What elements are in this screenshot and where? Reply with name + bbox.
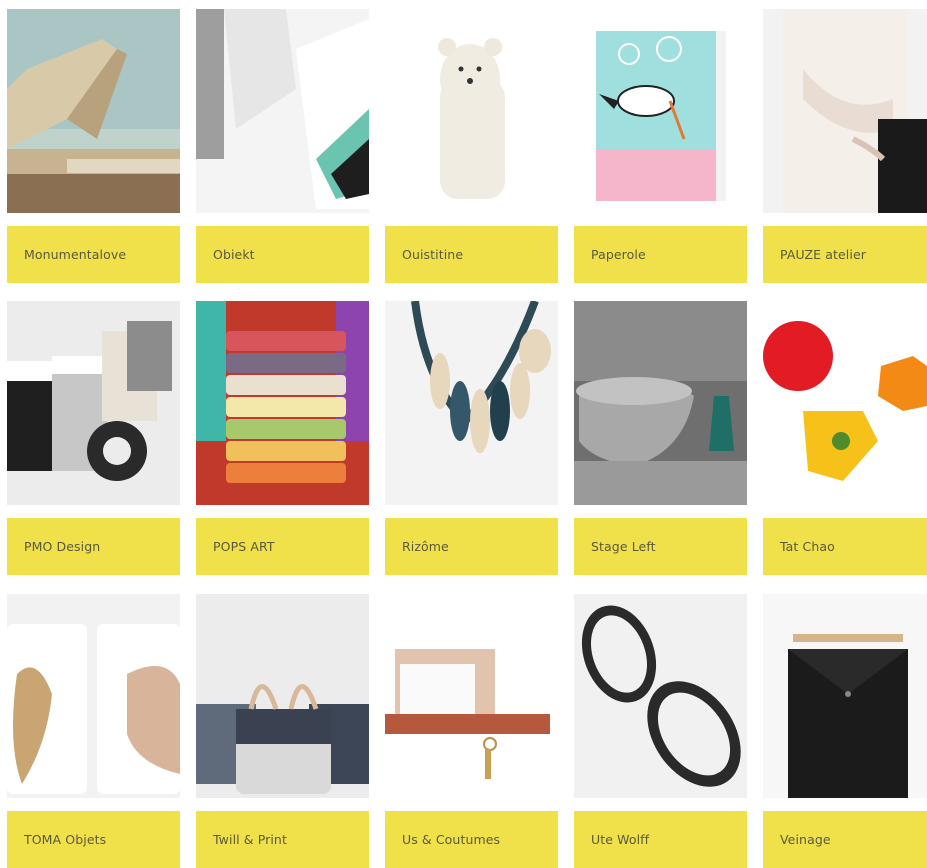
designer-image[interactable] — [7, 301, 180, 505]
designer-image[interactable] — [196, 594, 369, 798]
designer-label[interactable]: Ouistitine — [385, 226, 558, 283]
designer-label[interactable]: PAUZE atelier — [763, 226, 927, 283]
designer-image[interactable] — [7, 594, 180, 798]
designer-label[interactable]: Stage Left — [574, 518, 747, 575]
designer-label[interactable]: Monumentalove — [7, 226, 180, 283]
designer-label[interactable]: POPS ART — [196, 518, 369, 575]
designer-image[interactable] — [385, 594, 558, 798]
designer-image[interactable] — [574, 594, 747, 798]
designer-image[interactable] — [574, 9, 747, 213]
designer-image[interactable] — [763, 9, 927, 213]
designer-image[interactable] — [196, 301, 369, 505]
designer-image[interactable] — [385, 9, 558, 213]
designer-label[interactable]: Veinage — [763, 811, 927, 868]
designer-label[interactable]: Tat Chao — [763, 518, 927, 575]
designer-label[interactable]: Rizôme — [385, 518, 558, 575]
designer-image[interactable] — [763, 301, 927, 505]
designer-label[interactable]: Paperole — [574, 226, 747, 283]
designer-image[interactable] — [574, 301, 747, 505]
designer-label[interactable]: Ute Wolff — [574, 811, 747, 868]
designer-label[interactable]: Us & Coutumes — [385, 811, 558, 868]
designer-image[interactable] — [763, 594, 927, 798]
designer-label[interactable]: PMO Design — [7, 518, 180, 575]
designer-label[interactable]: Obiekt — [196, 226, 369, 283]
designer-image[interactable] — [7, 9, 180, 213]
designer-grid: Monumentalove Obiekt Ouistitine Paperole… — [0, 0, 927, 868]
designer-label[interactable]: TOMA Objets — [7, 811, 180, 868]
designer-image[interactable] — [385, 301, 558, 505]
designer-image[interactable] — [196, 9, 369, 213]
designer-label[interactable]: Twill & Print — [196, 811, 369, 868]
